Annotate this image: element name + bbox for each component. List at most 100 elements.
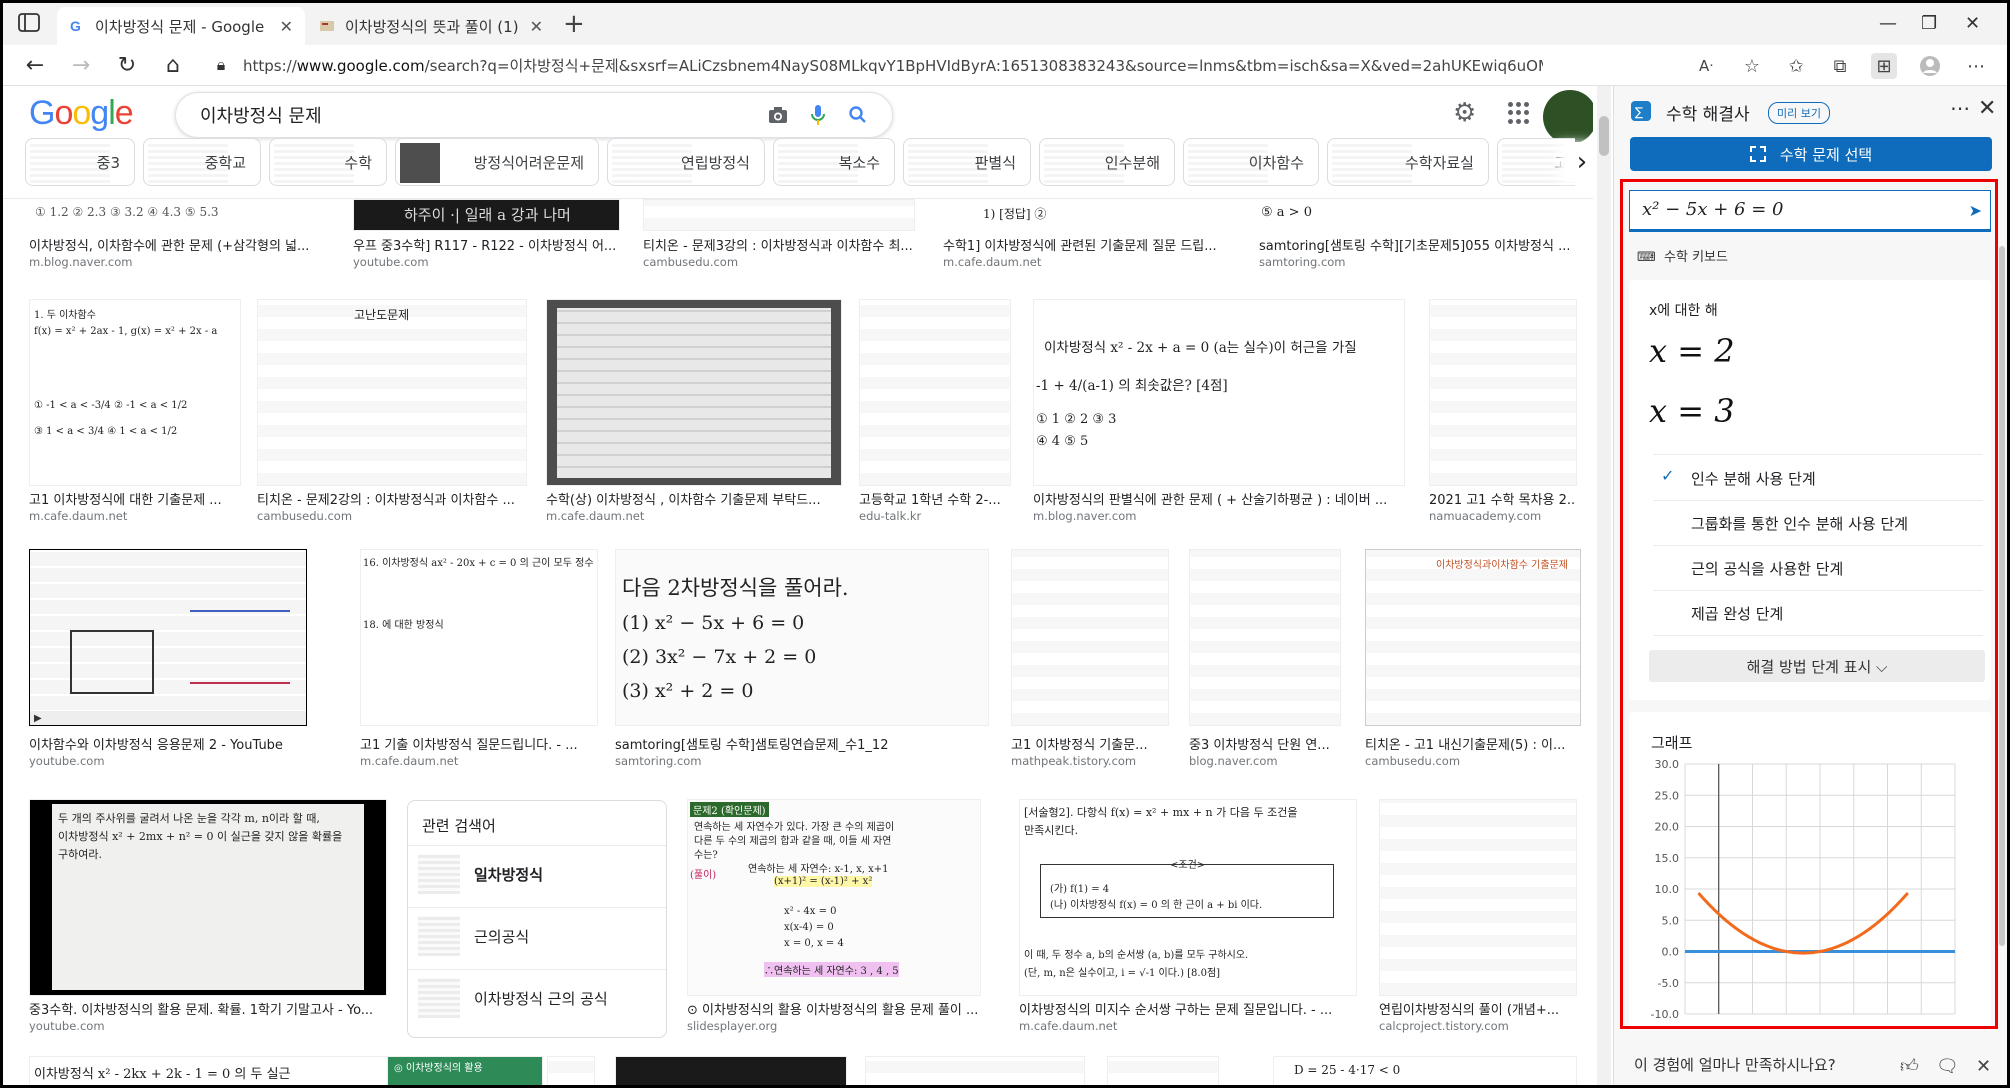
comment-icon[interactable]: 🗨︎ bbox=[1936, 1056, 1959, 1077]
forward-icon[interactable]: → bbox=[67, 51, 95, 79]
image-result[interactable] bbox=[1107, 1056, 1219, 1085]
result-title[interactable]: 우프 중3수학] R117 - R122 - 이차방정식 어... bbox=[353, 235, 618, 254]
search-icon[interactable] bbox=[846, 103, 870, 127]
related-item[interactable]: 근의공식 bbox=[408, 907, 666, 964]
result-title[interactable]: ⊙ 이차방정식의 활용 이차방정식의 활용 문제 풀이 ... bbox=[687, 999, 979, 1018]
image-result[interactable] bbox=[547, 1056, 595, 1085]
play-icon[interactable]: ▶ bbox=[34, 713, 42, 724]
image-result[interactable]: 고등학교 1학년 수학 2-... edu-talk.kr bbox=[859, 299, 1011, 523]
image-result[interactable]: ① 1.2 ② 2.3 ③ 3.2 ④ 4.3 ⑤ 5.3 이차방정식, 이차함… bbox=[29, 199, 319, 269]
address-bar[interactable]: https://www.google.com/search?q=이차방정식+문제… bbox=[243, 55, 1543, 76]
image-result[interactable]: ◎ 이차방정식의 활용 bbox=[387, 1056, 543, 1085]
close-feedback-icon[interactable]: ✕ bbox=[1976, 1056, 1991, 1077]
google-logo[interactable]: Google bbox=[29, 94, 134, 133]
image-result[interactable]: ▶ 이차함수와 이차방정식 응용문제 2 - YouTube youtube.c… bbox=[29, 549, 307, 768]
result-title[interactable]: 고등학교 1학년 수학 2-... bbox=[859, 489, 1009, 508]
refresh-icon[interactable]: ↻ bbox=[113, 51, 141, 79]
more-options-icon[interactable]: ⋯ bbox=[1950, 96, 1970, 120]
chip-4[interactable]: 연립방정식 bbox=[607, 138, 765, 186]
result-title[interactable]: 2021 고1 수학 목차용 2... bbox=[1429, 489, 1575, 508]
result-title[interactable]: 이차방정식, 이차함수에 관한 문제 (+삼각형의 넓... bbox=[29, 235, 319, 254]
related-item[interactable]: 일차방정식 bbox=[408, 845, 666, 902]
result-title[interactable]: 수학1] 이차방정식에 관련된 기출문제 질문 드립... bbox=[943, 235, 1233, 254]
close-window-icon[interactable]: ✕ bbox=[1965, 13, 1980, 34]
image-result[interactable]: 다음 2차방정식을 풀어라. (1) x² − 5x + 6 = 0 (2) 3… bbox=[615, 549, 989, 768]
image-result[interactable]: ⑤ a > 0 samtoring[샘토링 수학][기초문제5]055 이차방정… bbox=[1259, 199, 1569, 269]
method-quadratic-formula[interactable]: 근의 공식을 사용한 단계 bbox=[1653, 546, 1983, 591]
image-result[interactable]: 중3 이차방정식 단원 연... blog.naver.com bbox=[1189, 549, 1341, 768]
page-scrollbar[interactable] bbox=[1597, 86, 1611, 1085]
tab-quadratic-article[interactable]: 이차방정식의 뜻과 풀이 (1) : 인수분해 ✕ bbox=[307, 7, 555, 45]
result-title[interactable]: samtoring[샘토링 수학]샘토링연습문제_수1_12 bbox=[615, 734, 987, 753]
result-title[interactable]: 티치온 - 문제3강의 : 이차방정식과 이차함수 최... bbox=[643, 235, 913, 254]
result-title[interactable]: 중3수학. 이차방정식의 활용 문제. 확률. 1학기 기말고사 - Yo... bbox=[29, 999, 385, 1018]
image-result[interactable]: 수학(상) 이차방정식 , 이차함수 기출문제 부탁드... m.cafe.da… bbox=[546, 299, 842, 523]
result-title[interactable]: 티치온 - 문제2강의 : 이차방정식과 이차함수 ... bbox=[257, 489, 525, 508]
submit-arrow-icon[interactable]: ➤ bbox=[1969, 201, 1982, 220]
settings-gear-icon[interactable]: ⚙ bbox=[1453, 98, 1476, 128]
image-result[interactable]: D = 25 - 4·17 < 0 bbox=[1273, 1056, 1577, 1085]
show-steps-button[interactable]: 해결 방법 단계 표시 ⌵ bbox=[1649, 650, 1985, 682]
lock-icon[interactable]: 🔒︎ bbox=[207, 51, 235, 79]
result-title[interactable]: 수학(상) 이차방정식 , 이차함수 기출문제 부탁드... bbox=[546, 489, 840, 508]
image-result[interactable]: 16. 이차방정식 ax² - 20x + c = 0 의 근이 모두 정수 1… bbox=[360, 549, 598, 768]
image-result[interactable]: [서술형2]. 다항식 f(x) = x² + mx + n 가 다음 두 조건… bbox=[1019, 799, 1357, 1039]
thumbs-up-icon[interactable]: 👍︎ bbox=[1900, 1056, 1919, 1077]
image-result[interactable] bbox=[865, 1056, 1085, 1085]
result-title[interactable]: 이차방정식의 판별식에 관한 문제 ( + 산술기하평균 ) : 네이버 ... bbox=[1033, 489, 1403, 508]
chip-9[interactable]: 수학자료실 bbox=[1327, 138, 1489, 186]
image-result[interactable]: 고난도문제 티치온 - 문제2강의 : 이차방정식과 이차함수 ... camb… bbox=[257, 299, 527, 523]
minimize-icon[interactable]: — bbox=[1879, 13, 1897, 34]
image-result[interactable]: 이차방정식과이차함수 기출문제 티치온 - 고1 내신기출문제(5) : 이..… bbox=[1365, 549, 1581, 768]
chip-6[interactable]: 판별식 bbox=[903, 138, 1031, 186]
result-title[interactable]: 연립이차방정식의 풀이 (개념+... bbox=[1379, 999, 1575, 1018]
sidebar-scrollbar[interactable] bbox=[1999, 246, 2005, 946]
result-title[interactable]: samtoring[샘토링 수학][기초문제5]055 이차방정식 ... bbox=[1259, 235, 1569, 254]
function-graph[interactable]: 30.0 25.0 20.0 15.0 10.0 5.0 0.0 -5.0 -10.0 bbox=[1641, 756, 1981, 1026]
read-aloud-icon[interactable]: Aᐧ bbox=[1693, 53, 1719, 79]
settings-more-icon[interactable]: ⋯ bbox=[1963, 53, 1989, 79]
image-result[interactable] bbox=[615, 1056, 847, 1085]
microphone-icon[interactable] bbox=[806, 103, 830, 127]
chip-1[interactable]: 중학교 bbox=[143, 138, 261, 186]
image-result[interactable]: 하주이 ·| 일래 a 강과 나머 우프 중3수학] R117 - R122 -… bbox=[353, 199, 620, 269]
method-grouping[interactable]: 그룹화를 통한 인수 분해 사용 단계 bbox=[1653, 501, 1983, 546]
close-tab-icon[interactable]: ✕ bbox=[530, 17, 543, 36]
result-title[interactable]: 티치온 - 고1 내신기출문제(5) : 이... bbox=[1365, 734, 1579, 753]
select-math-problem-button[interactable]: 수학 문제 선택 bbox=[1630, 137, 1992, 171]
method-factoring[interactable]: ✓ 인수 분해 사용 단계 bbox=[1653, 456, 1983, 501]
search-input[interactable] bbox=[198, 103, 742, 126]
result-title[interactable]: 고1 이차방정식에 대한 기출문제 ... bbox=[29, 489, 239, 508]
maximize-icon[interactable]: ❐ bbox=[1921, 13, 1937, 34]
back-icon[interactable]: ← bbox=[21, 51, 49, 79]
image-result[interactable]: 1. 두 이차함수 f(x) = x² + 2ax - 1, g(x) = x²… bbox=[29, 299, 241, 523]
chip-7[interactable]: 인수분해 bbox=[1039, 138, 1175, 186]
favorites-icon[interactable]: ✩ bbox=[1783, 53, 1809, 79]
image-result[interactable]: 이차방정식 x² - 2kx + 2k - 1 = 0 의 두 실근 bbox=[29, 1056, 401, 1085]
collections-icon[interactable]: ⧉ bbox=[1827, 53, 1853, 79]
image-result[interactable]: 연립이차방정식의 풀이 (개념+... calcproject.tistory.… bbox=[1379, 799, 1577, 1039]
add-favorite-icon[interactable]: ☆ bbox=[1739, 53, 1765, 79]
chip-2[interactable]: 수학 bbox=[269, 138, 387, 186]
new-tab-icon[interactable]: + bbox=[563, 11, 585, 37]
image-result[interactable]: 티치온 - 문제3강의 : 이차방정식과 이차함수 최... cambusedu… bbox=[643, 199, 915, 269]
image-result[interactable]: 1) [정답] ② 수학1] 이차방정식에 관련된 기출문제 질문 드립... … bbox=[943, 199, 1233, 269]
image-result[interactable]: 2021 고1 수학 목차용 2... namuacademy.com bbox=[1429, 299, 1577, 523]
account-avatar[interactable] bbox=[1543, 90, 1593, 144]
profile-icon[interactable] bbox=[1917, 53, 1943, 79]
related-item[interactable]: 이차방정식 근의 공식 bbox=[408, 969, 666, 1026]
result-title[interactable]: 중3 이차방정식 단원 연... bbox=[1189, 734, 1339, 753]
result-title[interactable]: 고1 이차방정식 기출문... bbox=[1011, 734, 1167, 753]
image-result[interactable]: 이차방정식 x² - 2x + a = 0 (a는 실수)이 허근을 가질 -1… bbox=[1033, 299, 1405, 523]
tab-actions-icon[interactable] bbox=[17, 11, 47, 37]
chip-8[interactable]: 이차함수 bbox=[1183, 138, 1319, 186]
tab-google-search[interactable]: G 이차방정식 문제 - Google 검색 ✕ bbox=[57, 7, 305, 45]
close-sidebar-icon[interactable]: ✕ bbox=[1978, 96, 1996, 121]
equation-input[interactable]: x² − 5x + 6 = 0 ➤ bbox=[1629, 190, 1991, 232]
result-title[interactable]: 이차함수와 이차방정식 응용문제 2 - YouTube bbox=[29, 734, 305, 753]
home-icon[interactable]: ⌂ bbox=[159, 51, 187, 79]
chip-10[interactable]: 고등 bbox=[1497, 138, 1575, 186]
math-solver-icon[interactable]: ⊞ bbox=[1871, 53, 1897, 79]
image-result[interactable]: 두 개의 주사위를 굴려서 나온 눈을 각각 m, n이라 할 때, 이차방정식… bbox=[29, 799, 387, 1039]
google-apps-icon[interactable] bbox=[1508, 102, 1530, 124]
